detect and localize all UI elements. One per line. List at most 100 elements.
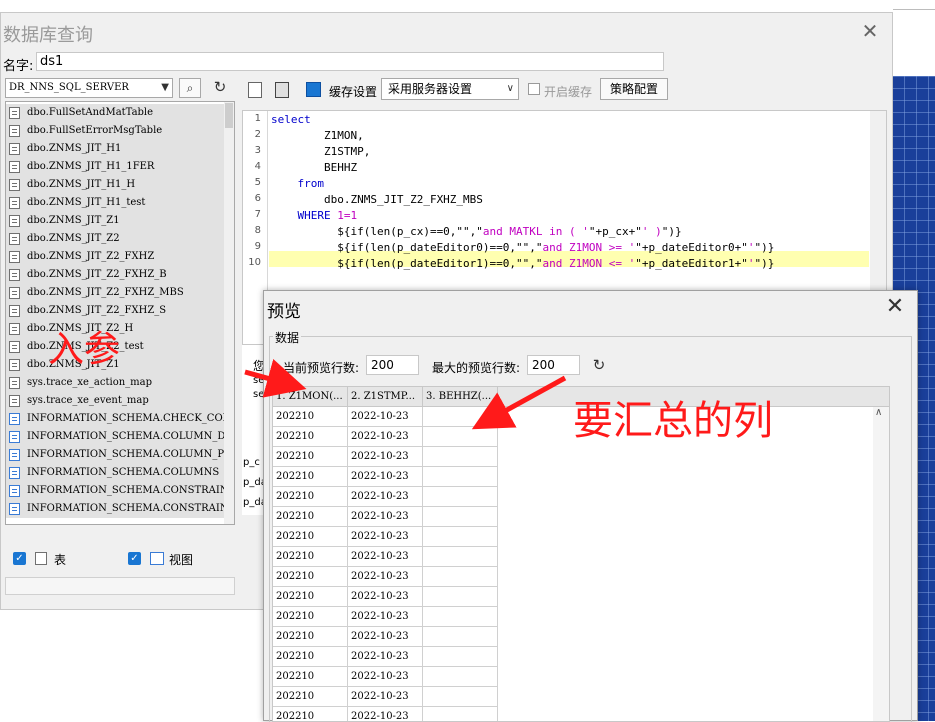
grid-cell[interactable]	[423, 547, 498, 567]
grid-cell[interactable]: 2022-10-23	[348, 407, 423, 427]
grid-cell[interactable]	[423, 567, 498, 587]
grid-cell[interactable]: 2022-10-23	[348, 427, 423, 447]
grid-cell[interactable]: 202210	[273, 467, 348, 487]
grid-cell[interactable]	[423, 487, 498, 507]
table-list-item[interactable]: dbo.ZNMS_JIT_Z2_FXHZ	[6, 248, 224, 266]
grid-scrollbar[interactable]: ∧	[873, 407, 889, 721]
datasource-select[interactable]: DR_NNS_SQL_SERVER ▼	[5, 78, 173, 98]
grid-cell[interactable]: 202210	[273, 627, 348, 647]
grid-cell[interactable]: 202210	[273, 427, 348, 447]
sql-line: ${if(len(p_dateEditor0)==0,"","and Z1MON…	[271, 241, 775, 254]
table-list[interactable]: dbo.FullSetAndMatTable dbo.FullSetErrorMs…	[5, 101, 235, 525]
grid-cell[interactable]: 202210	[273, 647, 348, 667]
table-list-item[interactable]: dbo.ZNMS_JIT_Z2_FXHZ_MBS	[6, 284, 224, 302]
preview-query-icon[interactable]	[248, 82, 262, 98]
grid-cell[interactable]	[423, 527, 498, 547]
table-list-item[interactable]: dbo.ZNMS_JIT_H1_test	[6, 194, 224, 212]
grid-cell[interactable]: 202210	[273, 407, 348, 427]
table-list-item[interactable]: dbo.FullSetErrorMsgTable	[6, 122, 224, 140]
enable-cache-checkbox[interactable]	[528, 83, 540, 95]
grid-cell[interactable]: 202210	[273, 667, 348, 687]
grid-cell[interactable]: 202210	[273, 567, 348, 587]
grid-cell[interactable]: 2022-10-23	[348, 547, 423, 567]
grid-cell[interactable]	[423, 447, 498, 467]
grid-cell[interactable]: 202210	[273, 587, 348, 607]
copy-icon[interactable]	[275, 82, 289, 98]
chevron-up-icon[interactable]: ∧	[875, 407, 882, 418]
grid-cell[interactable]	[423, 627, 498, 647]
grid-cell[interactable]	[423, 647, 498, 667]
table-list-item[interactable]: INFORMATION_SCHEMA.CONSTRAINT_COL	[6, 482, 224, 500]
grid-cell[interactable]	[423, 607, 498, 627]
grid-cell[interactable]: 202210	[273, 607, 348, 627]
name-label: 名字:	[3, 59, 34, 74]
table-list-item[interactable]: sys.trace_xe_action_map	[6, 374, 224, 392]
max-rows-input[interactable]: 200	[527, 355, 580, 375]
grid-cell[interactable]: 202210	[273, 687, 348, 707]
grid-cell[interactable]	[423, 687, 498, 707]
grid-cell[interactable]: 2022-10-23	[348, 707, 423, 721]
grid-cell[interactable]	[423, 667, 498, 687]
grid-cell[interactable]	[423, 467, 498, 487]
grid-cell[interactable]: 2022-10-23	[348, 487, 423, 507]
grid-cell[interactable]	[423, 707, 498, 721]
show-views-checkbox[interactable]: ✓	[128, 552, 141, 565]
grid-cell[interactable]: 2022-10-23	[348, 447, 423, 467]
current-rows-input[interactable]: 200	[366, 355, 419, 375]
table-list-item[interactable]: dbo.FullSetAndMatTable	[6, 104, 224, 122]
column-header[interactable]: 2. Z1STMP...	[348, 387, 423, 407]
line-number: 8	[254, 225, 261, 236]
table-icon	[9, 251, 20, 263]
table-list-scrollbar[interactable]	[224, 102, 234, 524]
search-tables-icon[interactable]: ⌕	[179, 78, 201, 98]
table-list-item[interactable]: dbo.ZNMS_JIT_H1_1FER	[6, 158, 224, 176]
grid-cell[interactable]: 2022-10-23	[348, 627, 423, 647]
close-icon[interactable]: ✕	[858, 19, 882, 43]
grid-cell[interactable]: 202210	[273, 507, 348, 527]
table-list-item[interactable]: dbo.ZNMS_JIT_H1_H	[6, 176, 224, 194]
grid-cell[interactable]: 2022-10-23	[348, 647, 423, 667]
refresh-icon[interactable]: ↻	[209, 78, 231, 98]
column-header[interactable]: 3. BEHHZ(...	[423, 387, 498, 407]
grid-cell[interactable]: 202210	[273, 547, 348, 567]
table-list-item[interactable]: sys.trace_xe_event_map	[6, 392, 224, 410]
table-list-item[interactable]: INFORMATION_SCHEMA.COLUMN_DOMAIN_	[6, 428, 224, 446]
grid-cell[interactable]	[423, 407, 498, 427]
table-list-item[interactable]: INFORMATION_SCHEMA.COLUMNS	[6, 464, 224, 482]
grid-cell[interactable]: 2022-10-23	[348, 527, 423, 547]
grid-cell[interactable]: 2022-10-23	[348, 507, 423, 527]
param-name[interactable]: p_c	[243, 457, 260, 468]
strategy-config-button[interactable]: 策略配置	[600, 78, 668, 100]
table-list-item[interactable]: INFORMATION_SCHEMA.COLUMN_PRIVILE	[6, 446, 224, 464]
grid-cell[interactable]: 202210	[273, 707, 348, 721]
grid-cell[interactable]: 2022-10-23	[348, 607, 423, 627]
show-tables-checkbox[interactable]: ✓	[13, 552, 26, 565]
view-icon	[150, 552, 164, 565]
table-list-item[interactable]: dbo.ZNMS_JIT_Z2_FXHZ_S	[6, 302, 224, 320]
table-list-item[interactable]: dbo.ZNMS_JIT_H1	[6, 140, 224, 158]
table-filter-input[interactable]	[5, 577, 235, 595]
grid-cell[interactable]: 202210	[273, 447, 348, 467]
grid-cell[interactable]	[423, 507, 498, 527]
table-list-item[interactable]: dbo.ZNMS_JIT_Z1	[6, 212, 224, 230]
table-name: dbo.ZNMS_JIT_Z2_FXHZ_B	[27, 269, 167, 280]
sql-line: Z1MON,	[271, 129, 364, 142]
cache-mode-select[interactable]: 采用服务器设置 ∨	[381, 78, 519, 100]
grid-cell[interactable]: 2022-10-23	[348, 687, 423, 707]
close-icon[interactable]: ✕	[881, 294, 909, 319]
table-list-item[interactable]: dbo.ZNMS_JIT_Z2_FXHZ_B	[6, 266, 224, 284]
table-list-item[interactable]: INFORMATION_SCHEMA.CHECK_CONSTRAI	[6, 410, 224, 428]
grid-cell[interactable]: 202210	[273, 527, 348, 547]
grid-cell[interactable]: 2022-10-23	[348, 587, 423, 607]
table-list-item[interactable]: dbo.ZNMS_JIT_Z2	[6, 230, 224, 248]
column-header[interactable]: 1. Z1MON(...	[273, 387, 348, 407]
refresh-icon[interactable]: ↻	[590, 355, 608, 375]
grid-cell[interactable]: 2022-10-23	[348, 667, 423, 687]
grid-cell[interactable]: 2022-10-23	[348, 567, 423, 587]
grid-cell[interactable]: 202210	[273, 487, 348, 507]
grid-cell[interactable]	[423, 427, 498, 447]
grid-cell[interactable]: 2022-10-23	[348, 467, 423, 487]
name-input[interactable]: ds1	[36, 52, 664, 71]
table-list-item[interactable]: INFORMATION_SCHEMA.CONSTRAINT_TAB	[6, 500, 224, 518]
grid-cell[interactable]	[423, 587, 498, 607]
